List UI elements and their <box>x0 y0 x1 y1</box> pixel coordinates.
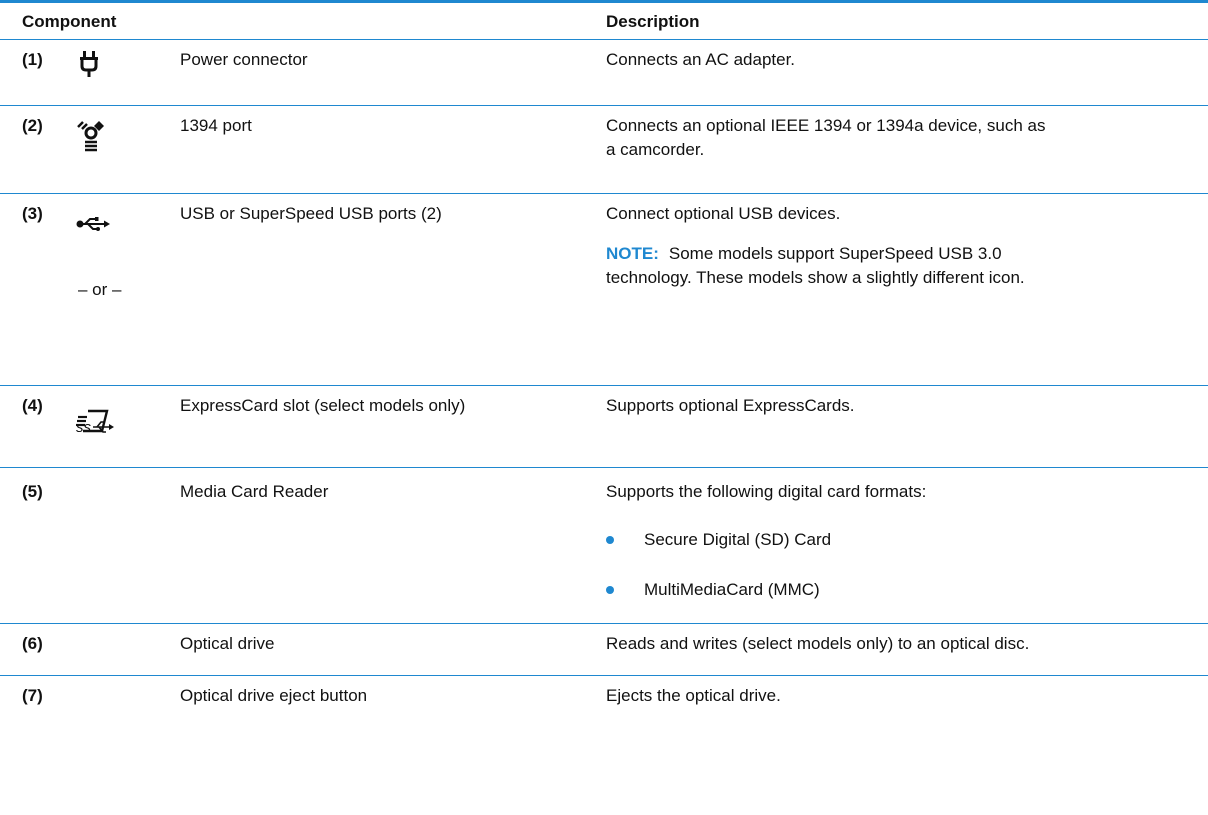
or-separator: – or – <box>78 280 122 299</box>
table-row: (5) Media Card Reader Supports the follo… <box>0 468 1208 624</box>
component-name: Media Card Reader <box>180 482 329 501</box>
bullet-dot <box>606 586 614 594</box>
table-row: (4) ExpressCard slot (select models only… <box>0 386 1208 468</box>
table-row: (2) 1394 port Connects an optional IEEE … <box>0 106 1208 194</box>
usb-icon <box>76 216 110 232</box>
note-text: Some models support SuperSpeed USB 3.0 <box>668 244 1002 263</box>
row-number: (3) <box>22 204 43 223</box>
header-description: Description <box>606 12 700 31</box>
note-line-1: NOTE: Some models support SuperSpeed USB … <box>606 242 1196 266</box>
table-header: Component Description <box>0 0 1208 40</box>
row-number: (2) <box>22 116 43 135</box>
bullet-dot <box>606 536 614 544</box>
note-label: NOTE: <box>606 244 659 263</box>
header-component: Component <box>22 12 117 31</box>
table-row: (6) Optical drive Reads and writes (sele… <box>0 624 1208 676</box>
component-name: USB or SuperSpeed USB ports (2) <box>180 204 442 223</box>
firewire-icon <box>75 118 107 152</box>
expresscard-icon <box>76 408 110 434</box>
component-description: Connect optional USB devices. <box>606 204 841 223</box>
component-description: Supports the following digital card form… <box>606 482 927 501</box>
component-description-line-1: Connects an optional IEEE 1394 or 1394a … <box>606 116 1046 135</box>
row-number: (4) <box>22 396 43 415</box>
component-description-line-2: a camcorder. <box>606 140 705 159</box>
component-description: Supports optional ExpressCards. <box>606 396 855 415</box>
row-number: (6) <box>22 634 43 653</box>
component-description: Ejects the optical drive. <box>606 686 781 705</box>
component-name: ExpressCard slot (select models only) <box>180 396 466 415</box>
component-description: Reads and writes (select models only) to… <box>606 634 1030 653</box>
component-description: Connects an AC adapter. <box>606 50 796 69</box>
table-row: (7) Optical drive eject button Ejects th… <box>0 676 1208 728</box>
table-row: (3) – or – USB or SuperSpeed USB ports (… <box>0 194 1208 386</box>
component-name: Power connector <box>180 50 308 69</box>
bullet-text: Secure Digital (SD) Card <box>644 530 832 549</box>
table-row: (1) Power connector Connects an AC adapt… <box>0 40 1208 106</box>
bullet-text: MultiMediaCard (MMC) <box>644 580 820 599</box>
row-number: (5) <box>22 482 43 501</box>
power-plug-icon <box>78 51 100 77</box>
row-number: (7) <box>22 686 43 705</box>
row-number: (1) <box>22 50 43 69</box>
note-line-2: technology. These models show a slightly… <box>606 268 1025 287</box>
component-name: 1394 port <box>180 116 252 135</box>
component-name: Optical drive eject button <box>180 686 368 705</box>
component-name: Optical drive <box>180 634 275 653</box>
